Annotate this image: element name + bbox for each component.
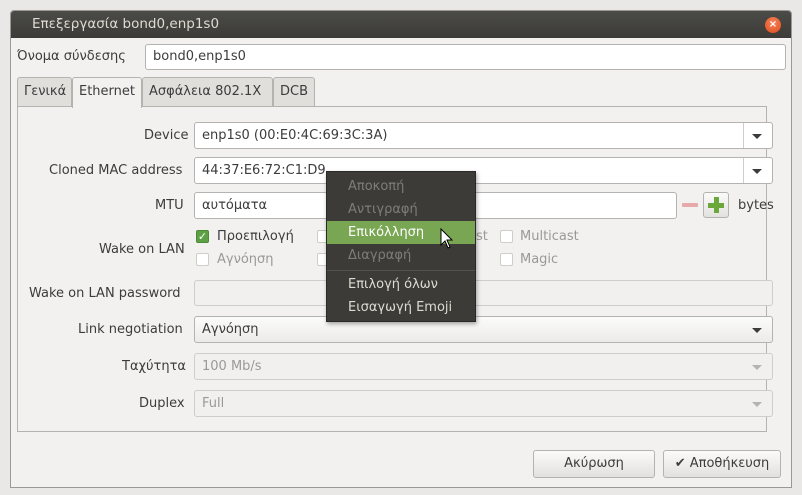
chevron-down-icon [752,365,762,370]
speed-select[interactable]: 100 Mb/s [194,353,773,380]
device-label: Device [144,128,189,143]
chevron-down-icon [752,402,762,407]
mouse-pointer-icon [440,228,454,249]
wol-default-checkbox[interactable]: ✓ [196,230,209,243]
menu-item-insert-emoji[interactable]: Εισαγωγή Emoji [327,296,475,319]
cloned-mac-label: Cloned MAC address [49,163,183,178]
wol-magic-label: Magic [520,252,559,267]
wake-on-lan-label: Wake on LAN [99,242,185,257]
menu-item-cut[interactable]: Αποκοπή [327,175,475,198]
duplex-label: Duplex [139,396,185,411]
tab-dcb[interactable]: DCB [273,77,315,107]
wol-default-label: Προεπιλογή [217,229,294,244]
tab-general[interactable]: Γενικά [17,77,72,107]
wol-ignore-label: Αγνόηση [217,252,274,267]
save-button-label: Αποθήκευση [689,456,770,471]
speed-value: 100 Mb/s [202,359,262,374]
minus-icon [682,203,698,207]
mtu-increment-button[interactable] [703,192,729,218]
close-icon[interactable]: × [765,17,781,33]
tab-ethernet[interactable]: Ethernet [72,77,142,108]
connection-name-label: Όνομα σύνδεσης [17,49,126,64]
plus-icon-vertical [714,197,719,213]
title-bar[interactable]: Επεξεργασία bond0,enp1s0 × [11,11,791,38]
wol-broadcast-label: st [476,229,488,244]
mtu-decrement-button[interactable] [677,192,703,218]
menu-separator [327,270,475,271]
mtu-label: MTU [155,198,184,213]
link-negotiation-select[interactable]: Αγνόηση [194,316,773,343]
cancel-button[interactable]: Ακύρωση [533,450,655,478]
cloned-mac-dropdown-button[interactable] [743,158,772,183]
device-combo[interactable]: enp1s0 (00:E0:4C:69:3C:3A) [194,122,773,149]
device-value: enp1s0 (00:E0:4C:69:3C:3A) [202,128,388,143]
chevron-down-icon [752,134,762,139]
device-dropdown-button[interactable] [743,123,772,148]
link-negotiation-label: Link negotiation [78,322,183,337]
menu-item-copy[interactable]: Αντιγραφή [327,198,475,221]
wol-password-input[interactable] [194,280,773,306]
duplex-value: Full [202,396,225,411]
tab-label: Ασφάλεια 802.1X [149,84,262,99]
window-title: Επεξεργασία bond0,enp1s0 [32,16,220,32]
chevron-down-icon [752,169,762,174]
link-negotiation-value: Αγνόηση [202,322,259,337]
speed-label: Ταχύτητα [122,359,187,374]
tab-label: DCB [280,84,309,99]
wol-ignore-checkbox[interactable] [196,253,209,266]
chevron-down-icon [752,328,762,333]
save-button[interactable]: ✔ Αποθήκευση [663,450,781,478]
cloned-mac-combo[interactable]: 44:37:E6:72:C1:D9 [194,157,773,184]
checkmark-icon: ✔ [674,456,686,471]
wol-multicast-label: Multicast [520,229,579,244]
mtu-unit-label: bytes [738,198,774,213]
cloned-mac-value: 44:37:E6:72:C1:D9 [202,163,326,178]
wol-magic-checkbox[interactable] [500,253,513,266]
menu-item-select-all[interactable]: Επιλογή όλων [327,273,475,296]
duplex-select[interactable]: Full [194,390,773,417]
wol-password-label: Wake on LAN password [29,286,181,301]
tab-label: Γενικά [24,84,67,99]
tab-label: Ethernet [79,84,135,99]
wol-multicast-checkbox[interactable] [500,230,513,243]
connection-name-input[interactable]: bond0,enp1s0 [145,44,786,70]
tab-security-8021x[interactable]: Ασφάλεια 802.1X [142,77,273,107]
